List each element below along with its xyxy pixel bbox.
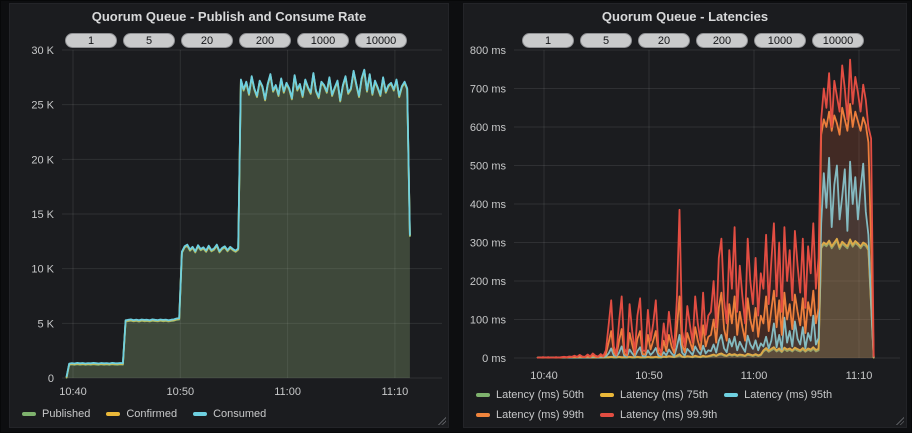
y-tick-label: 25 K	[31, 100, 54, 112]
legend-item-latency-ms-99-9th[interactable]: Latency (ms) 99.9th	[600, 409, 717, 421]
legend-label: Consumed	[213, 408, 266, 420]
panel-latencies: Quorum Queue - Latencies 15 20 200 1000 1000…	[463, 3, 907, 428]
legend-swatch	[476, 413, 490, 417]
latency-chart-canvas[interactable]: 0 ms 100 ms 200 ms 300 ms 400 ms 500 ms 600 ms…	[464, 4, 906, 427]
panel-title-rate[interactable]: Quorum Queue - Publish and Consume Rate	[10, 4, 448, 30]
annotation-pill-20[interactable]: 20	[638, 33, 690, 48]
legend-item-confirmed[interactable]: Confirmed	[106, 408, 177, 420]
y-tick-label: 500 ms	[470, 161, 507, 173]
legend-item-latency-ms-95th[interactable]: Latency (ms) 95th	[724, 389, 832, 401]
panel-title-latencies[interactable]: Quorum Queue - Latencies	[464, 4, 906, 30]
y-tick-label: 300 ms	[470, 238, 507, 250]
legend-latencies: Latency (ms) 50th Latency (ms) 75th Latenc…	[476, 385, 848, 425]
legend-row: Published Confirmed Consumed	[22, 404, 282, 424]
x-tick-label: 11:10	[846, 370, 873, 382]
y-tick-label: 20 K	[31, 154, 54, 166]
legend-label: Latency (ms) 95th	[744, 389, 832, 401]
annotation-pills-latencies: 15 20 200 1000 10000	[522, 33, 864, 48]
y-tick-label: 5 K	[37, 318, 54, 330]
legend-item-latency-ms-99th[interactable]: Latency (ms) 99th	[476, 409, 584, 421]
x-tick-label: 10:50	[167, 386, 195, 398]
y-tick-label: 800 ms	[470, 45, 507, 57]
annotation-pill-10000[interactable]: 10000	[812, 33, 864, 48]
legend-label: Published	[42, 408, 90, 420]
legend-row: Latency (ms) 99th Latency (ms) 99.9th	[476, 405, 848, 425]
legend-rate: Published Confirmed Consumed	[22, 404, 282, 424]
legend-row: Latency (ms) 50th Latency (ms) 75th Latenc…	[476, 385, 848, 405]
legend-swatch	[193, 412, 207, 416]
annotation-pill-5[interactable]: 5	[580, 33, 632, 48]
annotation-pill-1[interactable]: 1	[65, 33, 117, 48]
annotation-pill-1[interactable]: 1	[522, 33, 574, 48]
annotation-pill-1000[interactable]: 1000	[297, 33, 349, 48]
x-tick-label: 10:40	[530, 370, 558, 382]
legend-swatch	[600, 413, 614, 417]
legend-item-latency-ms-75th[interactable]: Latency (ms) 75th	[600, 389, 708, 401]
annotation-pill-10000[interactable]: 10000	[355, 33, 407, 48]
annotation-pill-200[interactable]: 200	[239, 33, 291, 48]
y-tick-label: 700 ms	[470, 84, 507, 96]
legend-item-published[interactable]: Published	[22, 408, 90, 420]
y-tick-label: 200 ms	[470, 276, 507, 288]
x-tick-label: 11:00	[741, 370, 768, 382]
legend-swatch	[106, 412, 120, 416]
y-tick-label: 10 K	[31, 264, 54, 276]
legend-item-consumed[interactable]: Consumed	[193, 408, 266, 420]
annotation-pill-1000[interactable]: 1000	[754, 33, 806, 48]
legend-swatch	[724, 393, 738, 397]
legend-swatch	[476, 393, 490, 397]
panel-publish-consume-rate: Quorum Queue - Publish and Consume Rate …	[9, 3, 449, 428]
legend-label: Latency (ms) 99.9th	[620, 409, 717, 421]
legend-label: Confirmed	[126, 408, 177, 420]
legend-label: Latency (ms) 50th	[496, 389, 584, 401]
y-tick-label: 30 K	[31, 45, 54, 57]
annotation-pill-20[interactable]: 20	[181, 33, 233, 48]
annotation-pill-200[interactable]: 200	[696, 33, 748, 48]
legend-label: Latency (ms) 99th	[496, 409, 584, 421]
y-tick-label: 0 ms	[482, 353, 506, 365]
legend-item-latency-ms-50th[interactable]: Latency (ms) 50th	[476, 389, 584, 401]
x-tick-label: 11:10	[382, 386, 409, 398]
rate-chart-canvas[interactable]: 0 5 K 10 K 15 K 20 K 25 K 30 K 10:40 10:50 11:00 1…	[10, 4, 448, 427]
y-tick-label: 100 ms	[470, 315, 507, 327]
legend-swatch	[600, 393, 614, 397]
y-tick-label: 0	[48, 373, 54, 385]
x-tick-label: 10:50	[635, 370, 663, 382]
legend-swatch	[22, 412, 36, 416]
dashboard-background: Quorum Queue - Publish and Consume Rate …	[1, 1, 911, 432]
y-tick-label: 600 ms	[470, 122, 507, 134]
legend-label: Latency (ms) 75th	[620, 389, 708, 401]
y-tick-label: 400 ms	[470, 199, 507, 211]
x-tick-label: 10:40	[59, 386, 87, 398]
y-tick-label: 15 K	[31, 209, 54, 221]
annotation-pills-rate: 15 20 200 1000 10000	[65, 33, 407, 48]
annotation-pill-5[interactable]: 5	[123, 33, 175, 48]
x-tick-label: 11:00	[274, 386, 301, 398]
